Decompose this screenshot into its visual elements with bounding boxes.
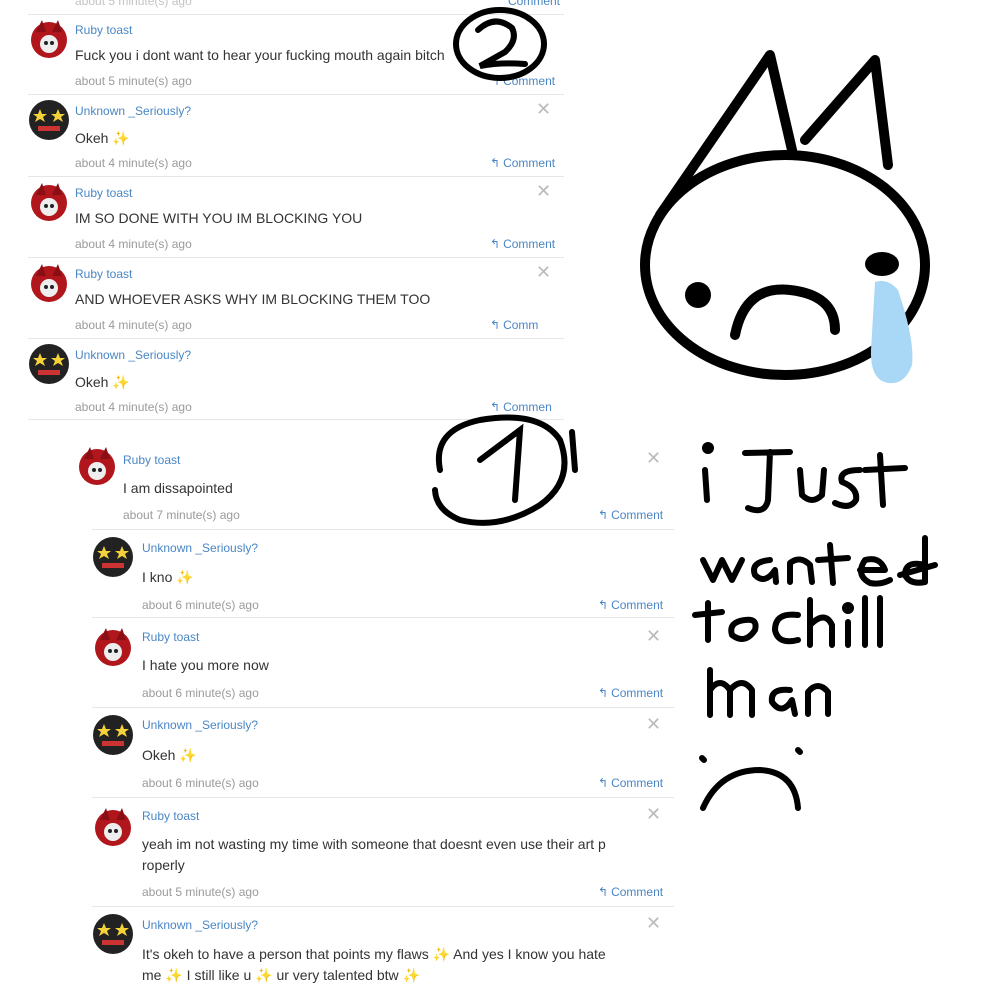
- comment-text: Okeh ✨: [142, 747, 197, 763]
- comment-reply-link[interactable]: ↰ Comm: [490, 318, 538, 332]
- reply-arrow-icon: ↰: [598, 776, 609, 790]
- avatar-unknown[interactable]: [28, 343, 70, 385]
- comment-username[interactable]: Unknown _Seriously?: [75, 348, 191, 362]
- sparkle-icon: ✨: [112, 374, 130, 390]
- comment-timestamp: about 4 minute(s) ago: [75, 156, 192, 170]
- sparkle-icon: ✨: [179, 747, 197, 763]
- close-icon[interactable]: ✕: [536, 182, 551, 200]
- comment-timestamp: about 5 minute(s) ago: [75, 74, 192, 88]
- avatar-unknown[interactable]: [28, 99, 70, 141]
- reply-item: Unknown _Seriously? It's okeh to have a …: [92, 907, 674, 1007]
- comment-text: Okeh ✨: [75, 130, 130, 146]
- comment-reply-link[interactable]: ↰ Comment: [490, 237, 555, 251]
- comment-reply-link[interactable]: ↰ Comment: [490, 74, 555, 88]
- comment-username[interactable]: Unknown _Seriously?: [142, 541, 258, 555]
- comment-item: Ruby toast Fuck you i dont want to hear …: [28, 14, 564, 95]
- comment-reply-link[interactable]: ↰ Comment: [490, 156, 555, 170]
- comment-timestamp: about 6 minute(s) ago: [142, 686, 259, 700]
- comment-item: Unknown _Seriously? Okeh ✨ about 4 minut…: [28, 95, 564, 177]
- close-icon[interactable]: ✕: [646, 805, 661, 823]
- comment-reply-link[interactable]: ↰ Comment: [598, 508, 663, 522]
- comment-text: Okeh ✨: [75, 374, 130, 390]
- close-icon[interactable]: ✕: [646, 627, 661, 645]
- comment-text: Fuck you i dont want to hear your fuckin…: [75, 47, 445, 63]
- reply-arrow-icon: ↰: [490, 74, 501, 88]
- comment-reply-link[interactable]: ↰ Comment: [598, 686, 663, 700]
- comment-username[interactable]: Ruby toast: [123, 453, 180, 467]
- comment-username[interactable]: Ruby toast: [75, 23, 132, 37]
- reply-arrow-icon: ↰: [598, 686, 609, 700]
- reply-item: Unknown _Seriously? I kno ✨ about 6 minu…: [92, 530, 674, 618]
- comment-text: I kno ✨: [142, 569, 194, 585]
- reply-arrow-icon: ↰: [490, 318, 501, 332]
- close-icon[interactable]: ✕: [646, 449, 661, 467]
- avatar-ruby[interactable]: [76, 445, 120, 489]
- sparkle-icon: ✨: [112, 130, 130, 146]
- comment-timestamp: about 5 minute(s) ago: [142, 885, 259, 899]
- reply-arrow-icon: ↰: [490, 156, 501, 170]
- close-icon[interactable]: ✕: [536, 263, 551, 281]
- avatar-unknown[interactable]: [92, 536, 138, 582]
- comment-text: IM SO DONE WITH YOU IM BLOCKING YOU: [75, 210, 363, 226]
- reply-item: Ruby toast yeah im not wasting my time w…: [92, 798, 674, 907]
- comment-timestamp: about 7 minute(s) ago: [123, 508, 240, 522]
- close-icon[interactable]: ✕: [646, 914, 661, 932]
- comment-reply-link[interactable]: ↰ Comment: [598, 776, 663, 790]
- reply-item: Ruby toast I hate you more now about 6 m…: [92, 618, 674, 708]
- comment-timestamp: about 6 minute(s) ago: [142, 776, 259, 790]
- reply-arrow-icon: ↰: [490, 400, 501, 414]
- comment-username[interactable]: Unknown _Seriously?: [142, 918, 258, 932]
- top-comment-thread: about 5 minute(s) ago Comment Ruby toast…: [28, 0, 564, 420]
- bottom-comment-thread: Ruby toast I am dissapointed about 7 min…: [76, 440, 674, 1000]
- comment-username[interactable]: Unknown _Seriously?: [75, 104, 191, 118]
- handwritten-message: [692, 442, 938, 811]
- avatar-ruby[interactable]: [28, 18, 70, 60]
- avatar-ruby[interactable]: [92, 806, 138, 852]
- comment-timestamp: about 6 minute(s) ago: [142, 598, 259, 612]
- sad-bunny-drawing: [640, 50, 930, 380]
- comment-username[interactable]: Ruby toast: [142, 809, 199, 823]
- comment-text: I am dissapointed: [123, 480, 233, 496]
- close-icon[interactable]: ✕: [536, 100, 551, 118]
- comment-text: AND WHOEVER ASKS WHY IM BLOCKING THEM TO…: [75, 291, 431, 307]
- comment-timestamp: about 4 minute(s) ago: [75, 318, 192, 332]
- reply-arrow-icon: ↰: [598, 508, 609, 522]
- comment-reply-link[interactable]: ↰ Comment: [598, 885, 663, 899]
- comment-item: Unknown _Seriously? Okeh ✨ about 4 minut…: [28, 339, 564, 420]
- comment-username[interactable]: Ruby toast: [142, 630, 199, 644]
- avatar-unknown[interactable]: [92, 913, 138, 959]
- comment-text: yeah im not wasting my time with someone…: [142, 836, 606, 873]
- sparkle-icon: ✨: [176, 569, 194, 585]
- tear-drawing: [870, 281, 913, 384]
- avatar-unknown[interactable]: [92, 714, 138, 760]
- comment-username[interactable]: Ruby toast: [75, 186, 132, 200]
- comment-username[interactable]: Ruby toast: [75, 267, 132, 281]
- comment-item: Ruby toast I am dissapointed about 7 min…: [76, 440, 674, 530]
- avatar-ruby[interactable]: [92, 626, 138, 672]
- close-icon[interactable]: ✕: [646, 715, 661, 733]
- comment-reply-link[interactable]: ↰ Commen: [490, 400, 552, 414]
- comment-timestamp: about 4 minute(s) ago: [75, 400, 192, 414]
- reply-arrow-icon: ↰: [598, 885, 609, 899]
- comment-timestamp: about 4 minute(s) ago: [75, 237, 192, 251]
- comment-reply-link[interactable]: ↰ Comment: [598, 598, 663, 612]
- comment-username[interactable]: Unknown _Seriously?: [142, 718, 258, 732]
- divider: [28, 0, 564, 15]
- comment-item: Ruby toast AND WHOEVER ASKS WHY IM BLOCK…: [28, 258, 564, 339]
- reply-arrow-icon: ↰: [598, 598, 609, 612]
- comment-item: Ruby toast IM SO DONE WITH YOU IM BLOCKI…: [28, 177, 564, 258]
- reply-item: Unknown _Seriously? Okeh ✨ about 6 minut…: [92, 708, 674, 798]
- reply-arrow-icon: ↰: [490, 237, 501, 251]
- comment-text: It's okeh to have a person that points m…: [142, 946, 606, 983]
- avatar-ruby[interactable]: [28, 262, 70, 304]
- comment-text: I hate you more now: [142, 657, 269, 673]
- avatar-ruby[interactable]: [28, 181, 70, 223]
